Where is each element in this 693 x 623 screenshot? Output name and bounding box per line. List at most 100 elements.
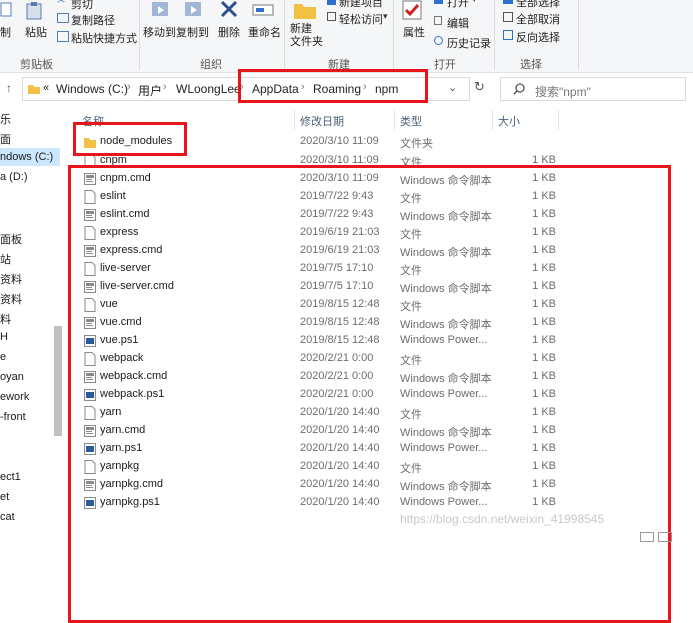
search-placeholder[interactable]: 搜索"npm": [535, 83, 591, 100]
nav-item[interactable]: ect1: [0, 471, 21, 483]
file-type: 文件夹: [400, 138, 433, 150]
chevron-down-icon: ▾: [383, 11, 388, 21]
nav-item-data-d[interactable]: a (D:): [0, 171, 28, 183]
properties-icon[interactable]: [402, 0, 422, 20]
view-toggle-icons[interactable]: [640, 532, 690, 542]
group-clipboard: 剪贴板: [20, 59, 53, 71]
copy-path-icon: [57, 13, 69, 23]
invert-selection-button[interactable]: 反向选择: [516, 29, 560, 45]
ribbon-separator: [139, 0, 140, 70]
select-all-icon: [503, 0, 513, 4]
highlight-box-node-modules: [73, 122, 187, 156]
file-list: 名称 修改日期 类型 大小 node_modules 2020/3/10 11:0…: [68, 106, 693, 623]
ribbon: 制 粘贴 ✂ 剪切 复制路径 粘贴快捷方式 剪贴板 移动到 复制到 删除 重命名…: [0, 0, 693, 73]
column-header-date[interactable]: 修改日期: [300, 113, 344, 129]
delete-button[interactable]: 删除: [218, 24, 240, 40]
nav-item[interactable]: oyan: [0, 371, 24, 383]
breadcrumb-user[interactable]: WLoongLee: [176, 82, 241, 96]
nav-item-windows-c[interactable]: ndows (C:): [0, 151, 53, 163]
column-divider[interactable]: [294, 110, 295, 130]
folder-icon: [28, 85, 40, 94]
file-date: 2020/3/10 11:09: [300, 135, 379, 147]
navigation-pane: 乐 面 ndows (C:) a (D:) 面板 站 资料 资料 料 H e o…: [0, 106, 66, 542]
group-organize: 组织: [200, 59, 222, 71]
new-folder-icon[interactable]: [293, 0, 317, 20]
nav-item[interactable]: -front: [0, 411, 26, 423]
open-icon: [434, 0, 443, 4]
ribbon-separator: [494, 0, 495, 70]
nav-item[interactable]: 资料: [0, 271, 22, 287]
watermark: https://blog.csdn.net/weixin_41998545: [400, 512, 605, 526]
delete-icon[interactable]: [219, 0, 239, 20]
address-bar: ↑ « Windows (C:) › 用户 › WLoongLee › AppD…: [0, 69, 693, 105]
column-divider[interactable]: [558, 110, 559, 130]
up-arrow-icon[interactable]: ↑: [6, 81, 12, 95]
ribbon-separator: [284, 0, 285, 70]
easy-access-button[interactable]: 轻松访问: [339, 11, 383, 27]
nav-item[interactable]: ework: [0, 391, 29, 403]
paste-shortcut-button[interactable]: 粘贴快捷方式: [71, 30, 137, 46]
nav-item[interactable]: cat: [0, 511, 15, 523]
nav-item[interactable]: et: [0, 491, 9, 503]
move-to-icon[interactable]: [148, 0, 172, 20]
column-divider[interactable]: [394, 110, 395, 130]
history-dropdown-icon[interactable]: ⌄: [448, 81, 457, 94]
rename-button[interactable]: 重命名: [248, 24, 281, 40]
new-folder-button[interactable]: 新建 文件夹: [290, 23, 323, 49]
copy-path-button[interactable]: 复制路径: [71, 12, 115, 28]
group-select: 选择: [520, 59, 542, 71]
nav-item[interactable]: 站: [0, 251, 11, 267]
invert-selection-icon: [503, 30, 513, 40]
large-icons-view-icon[interactable]: [658, 532, 672, 542]
move-to-button[interactable]: 移动到: [143, 24, 176, 40]
nav-item[interactable]: H: [0, 331, 8, 343]
nav-item[interactable]: e: [0, 351, 6, 363]
nav-item[interactable]: 面板: [0, 231, 22, 247]
history-icon: [434, 36, 443, 45]
column-header-type[interactable]: 类型: [400, 113, 422, 129]
open-button[interactable]: 打开: [447, 0, 469, 10]
search-icon: [513, 83, 525, 95]
breadcrumb-users[interactable]: 用户: [138, 82, 162, 99]
nav-scrollbar-thumb[interactable]: [54, 326, 62, 436]
refresh-icon[interactable]: ↻: [474, 79, 485, 95]
rename-icon[interactable]: [252, 2, 274, 18]
chevron-down-icon: ▾: [376, 0, 381, 5]
select-none-button[interactable]: 全部取消: [516, 11, 560, 27]
paste-button[interactable]: 粘贴: [25, 24, 47, 40]
edit-icon: [434, 16, 442, 25]
select-none-icon: [503, 12, 513, 22]
group-open: 打开: [434, 59, 456, 71]
new-item-icon: [327, 0, 336, 5]
paste-shortcut-icon: [57, 31, 69, 42]
nav-item[interactable]: 资料: [0, 291, 22, 307]
breadcrumb-overflow[interactable]: «: [43, 82, 49, 94]
nav-item[interactable]: 料: [0, 311, 11, 327]
cut-button[interactable]: 剪切: [71, 0, 93, 12]
select-all-button[interactable]: 全部选择: [516, 0, 560, 10]
breadcrumb-drive[interactable]: Windows (C:): [56, 82, 128, 96]
easy-access-icon: [327, 12, 336, 21]
paste-icon[interactable]: [25, 2, 43, 20]
breadcrumb-chevron-icon[interactable]: ›: [163, 81, 167, 93]
history-button[interactable]: 历史记录: [447, 35, 491, 51]
column-divider[interactable]: [492, 110, 493, 130]
chevron-down-icon: ▾: [472, 0, 477, 5]
properties-button[interactable]: 属性: [403, 24, 425, 40]
copy-to-button[interactable]: 复制到: [176, 24, 209, 40]
details-view-icon[interactable]: [640, 532, 654, 542]
edit-button[interactable]: 编辑: [447, 15, 469, 31]
breadcrumb-chevron-icon[interactable]: ›: [127, 81, 131, 93]
copy-icon[interactable]: [0, 2, 14, 18]
ribbon-separator: [578, 0, 579, 70]
copy-button[interactable]: 制: [0, 24, 11, 40]
column-header-size[interactable]: 大小: [498, 113, 520, 129]
highlight-box-address: [238, 69, 428, 103]
nav-item[interactable]: 乐: [0, 111, 11, 127]
search-box[interactable]: 搜索"npm": [500, 77, 686, 101]
ribbon-separator: [393, 0, 394, 70]
highlight-box-files: [68, 165, 671, 623]
copy-to-icon[interactable]: [181, 0, 205, 20]
cut-icon: ✂: [57, 0, 66, 7]
nav-item[interactable]: 面: [0, 131, 11, 147]
